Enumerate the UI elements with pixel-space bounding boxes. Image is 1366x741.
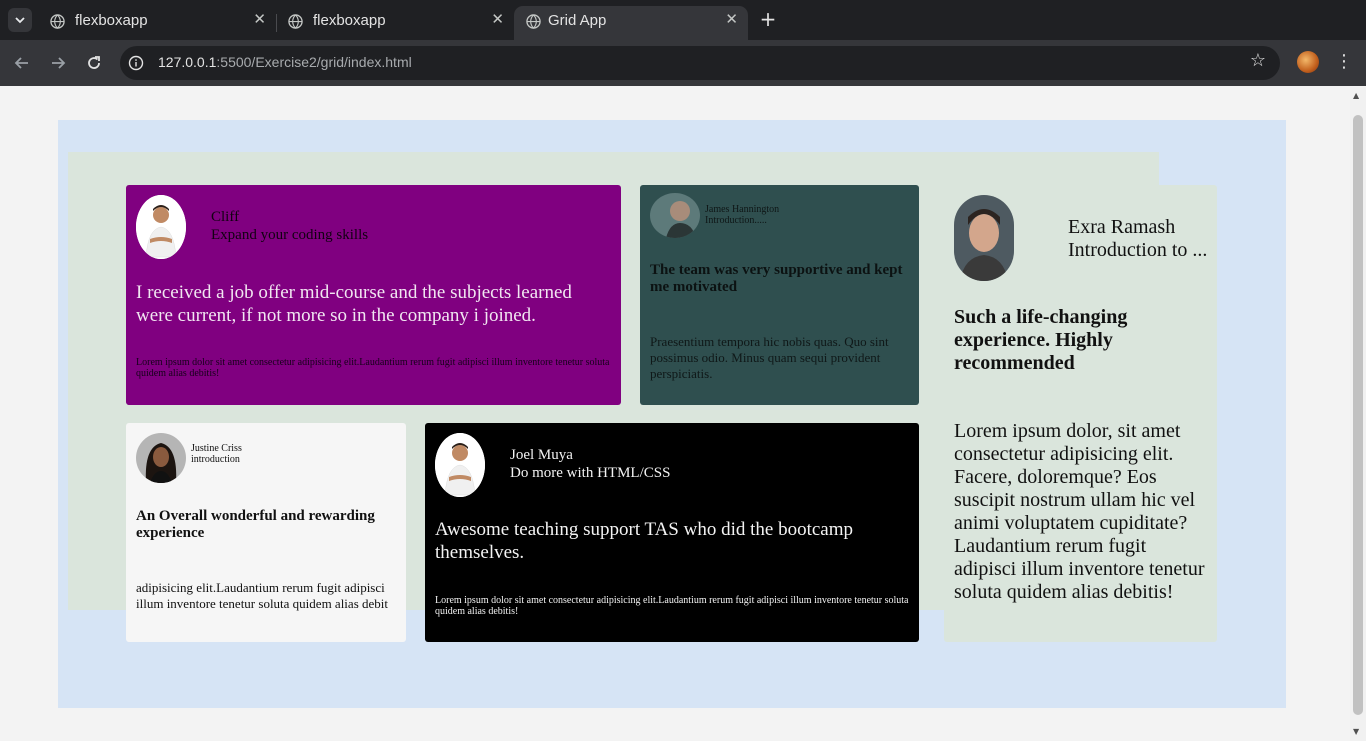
testimonial-card-justine: Justine Criss introduction An Overall wo… (126, 423, 406, 642)
close-tab-icon[interactable]: ✕ (725, 10, 738, 28)
more-menu-icon[interactable]: ⋮ (1333, 50, 1355, 74)
author-subtitle: introduction (191, 453, 240, 465)
reload-icon (88, 56, 100, 69)
tab-strip: flexboxapp ✕ flexboxapp ✕ Grid App ✕ + (0, 0, 1366, 40)
scroll-up-icon[interactable]: ▲ (1353, 91, 1359, 100)
person-avatar-image (954, 195, 1014, 281)
author-name: James Hannington (705, 204, 780, 215)
tab-title: flexboxapp (313, 12, 386, 29)
url-text[interactable]: 127.0.0.1:5500/Exercise2/grid/index.html (158, 54, 412, 70)
person-avatar-image (650, 193, 700, 238)
testimonial-body: Lorem ipsum dolor sit amet consectetur a… (435, 595, 909, 617)
browser-toolbar: 127.0.0.1:5500/Exercise2/grid/index.html… (0, 40, 1366, 86)
url-path: :5500/Exercise2/grid/index.html (216, 54, 412, 70)
chevron-down-icon (15, 17, 25, 24)
close-tab-icon[interactable]: ✕ (491, 10, 504, 28)
author-info: James Hannington Introduction..... (705, 204, 780, 226)
testimonial-card-cliff: Cliff Expand your coding skills I receiv… (126, 185, 621, 405)
address-bar[interactable]: 127.0.0.1:5500/Exercise2/grid/index.html (120, 46, 1280, 80)
arrow-right-icon (52, 57, 66, 69)
profile-avatar[interactable] (1297, 51, 1319, 73)
person-avatar-image (435, 433, 485, 497)
avatar (136, 433, 186, 483)
testimonial-card-james: James Hannington Introduction..... The t… (640, 185, 919, 405)
author-info: Justine Criss introduction (191, 443, 242, 465)
avatar (954, 195, 1014, 281)
scrollbar-thumb[interactable] (1353, 115, 1363, 715)
testimonial-quote: I received a job offer mid-course and th… (136, 282, 572, 326)
globe-icon (526, 14, 541, 29)
testimonial-heading: Such a life-changing experience. Highly … (954, 306, 1128, 374)
testimonial-heading: An Overall wonderful and rewarding exper… (136, 508, 375, 541)
site-info-icon[interactable] (128, 55, 144, 71)
author-subtitle: Introduction to ... (1068, 239, 1208, 261)
bookmark-star-icon[interactable]: ☆ (1247, 50, 1269, 72)
author-name: Exra Ramash (1068, 216, 1176, 238)
url-host: 127.0.0.1 (158, 54, 217, 70)
tab-title: Grid App (548, 12, 607, 29)
forward-button[interactable] (46, 51, 70, 75)
globe-icon (50, 14, 65, 29)
reload-button[interactable] (82, 51, 106, 75)
author-name: Justine Criss (191, 443, 242, 454)
testimonial-body: Lorem ipsum dolor sit amet consectetur a… (136, 357, 610, 379)
author-info: Joel Muya Do more with HTML/CSS (510, 447, 671, 482)
author-info: Exra Ramash Introduction to ... (1068, 216, 1207, 262)
new-tab-button[interactable]: + (757, 8, 779, 30)
testimonial-card-exra: Exra Ramash Introduction to ... Such a l… (944, 185, 1217, 642)
person-avatar-image (136, 195, 186, 259)
arrow-left-icon (14, 57, 28, 69)
scroll-down-icon[interactable]: ▼ (1353, 727, 1359, 736)
close-tab-icon[interactable]: ✕ (253, 10, 266, 28)
back-button[interactable] (10, 51, 34, 75)
testimonial-body: Lorem ipsum dolor, sit amet consectetur … (954, 420, 1205, 603)
globe-icon (288, 14, 303, 29)
author-subtitle: Introduction..... (705, 214, 767, 226)
avatar (650, 193, 700, 238)
avatar (136, 195, 186, 259)
author-subtitle: Do more with HTML/CSS (510, 464, 671, 481)
tab-search-button[interactable] (8, 8, 32, 32)
author-name: Joel Muya (510, 447, 573, 463)
author-subtitle: Expand your coding skills (211, 226, 369, 243)
tab-flexboxapp-2[interactable]: flexboxapp ✕ (276, 6, 514, 40)
tab-title: flexboxapp (75, 12, 148, 29)
person-avatar-image (136, 433, 186, 483)
testimonial-body: Praesentium tempora hic nobis quas. Quo … (650, 334, 889, 381)
vertical-scrollbar[interactable]: ▲ ▼ (1350, 87, 1366, 741)
testimonial-card-joel: Joel Muya Do more with HTML/CSS Awesome … (425, 423, 919, 642)
tab-flexboxapp-1[interactable]: flexboxapp ✕ (38, 6, 277, 40)
author-name: Cliff (211, 209, 240, 225)
tab-grid-app[interactable]: Grid App ✕ (514, 6, 748, 40)
testimonial-body: adipisicing elit.Laudantium rerum fugit … (136, 580, 388, 611)
testimonial-quote: Awesome teaching support TAS who did the… (435, 519, 854, 563)
testimonial-heading: The team was very supportive and kept me… (650, 262, 903, 295)
author-info: Cliff Expand your coding skills (211, 209, 369, 244)
avatar (435, 433, 485, 497)
